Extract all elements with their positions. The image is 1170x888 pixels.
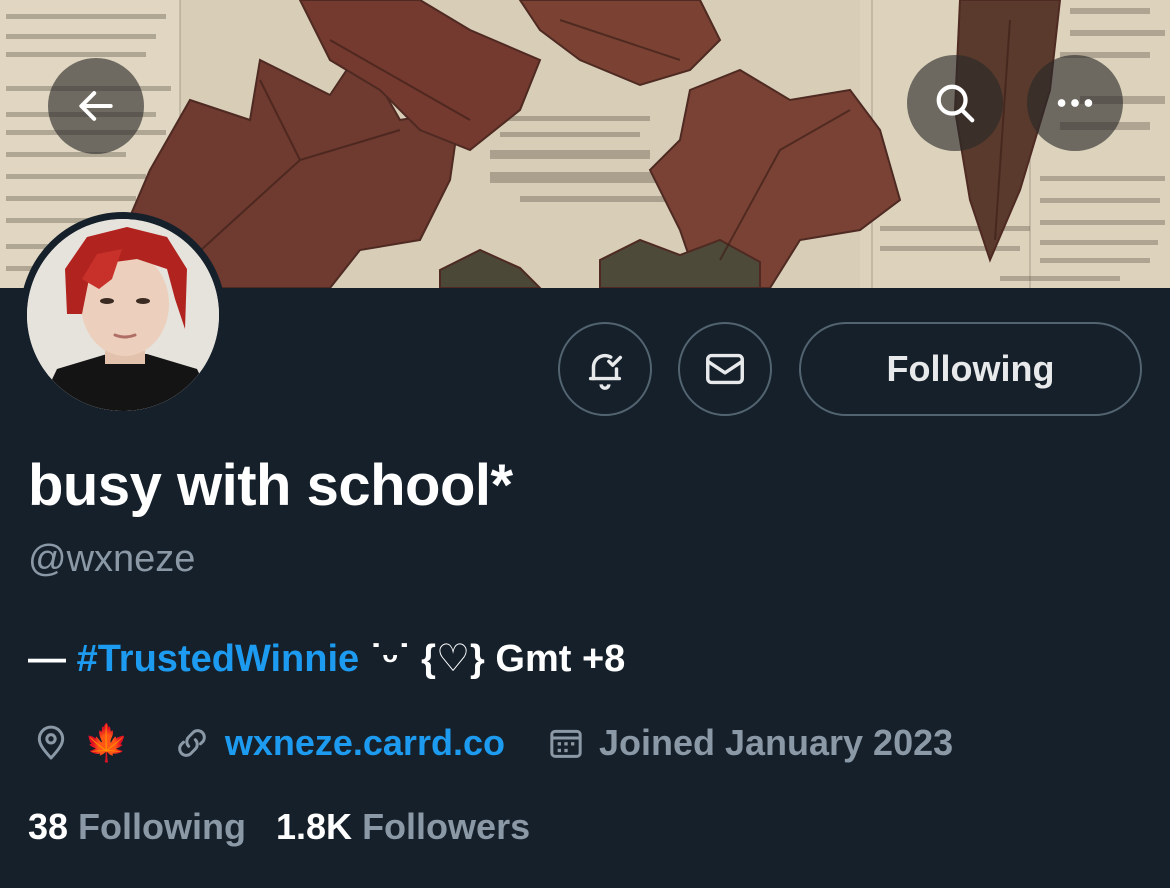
website: wxneze.carrd.co: [169, 720, 543, 766]
search-icon: [936, 84, 975, 123]
following-count-link[interactable]: 38 Following: [28, 806, 246, 848]
user-handle: @wxneze: [28, 538, 196, 580]
bio-dash: —: [28, 638, 77, 680]
following-button[interactable]: Following: [799, 322, 1142, 416]
link-icon: [169, 720, 215, 766]
following-count: 38: [28, 806, 69, 847]
profile-meta: 🍁 wxneze.carrd.co Joined January 2023: [28, 716, 953, 770]
joined-text: Joined January 2023: [598, 722, 954, 763]
search-button[interactable]: [907, 55, 1003, 151]
display-name: busy with school*: [28, 453, 513, 518]
more-horizontal-icon: [1057, 99, 1093, 107]
followers-label: Followers: [352, 806, 531, 847]
bell-check-icon: [588, 353, 623, 390]
back-button[interactable]: [48, 58, 144, 154]
location-pin-icon: [28, 720, 74, 766]
website-link[interactable]: wxneze.carrd.co: [225, 722, 505, 764]
follow-stats: 38 Following 1.8K Followers: [28, 806, 560, 848]
envelope-icon: [706, 353, 744, 385]
arrow-left-icon: [79, 91, 113, 121]
location: 🍁: [28, 720, 169, 766]
bio-text: ˙ᵕ˙ {♡} Gmt +8: [359, 638, 626, 680]
followers-count: 1.8K: [276, 806, 353, 847]
message-button[interactable]: [678, 322, 772, 416]
notifications-button[interactable]: [558, 322, 652, 416]
location-emoji: 🍁: [84, 722, 129, 763]
followers-count-link[interactable]: 1.8K Followers: [276, 806, 530, 848]
calendar-icon: [543, 720, 589, 766]
profile-bio: — #TrustedWinnie ˙ᵕ˙ {♡} Gmt +8: [28, 636, 625, 681]
following-label: Following: [68, 806, 247, 847]
more-options-button[interactable]: [1027, 55, 1123, 151]
profile-avatar[interactable]: [20, 212, 226, 418]
avatar-image: [27, 219, 219, 411]
join-date: Joined January 2023: [543, 720, 953, 766]
bio-hashtag-link[interactable]: #TrustedWinnie: [77, 638, 360, 680]
